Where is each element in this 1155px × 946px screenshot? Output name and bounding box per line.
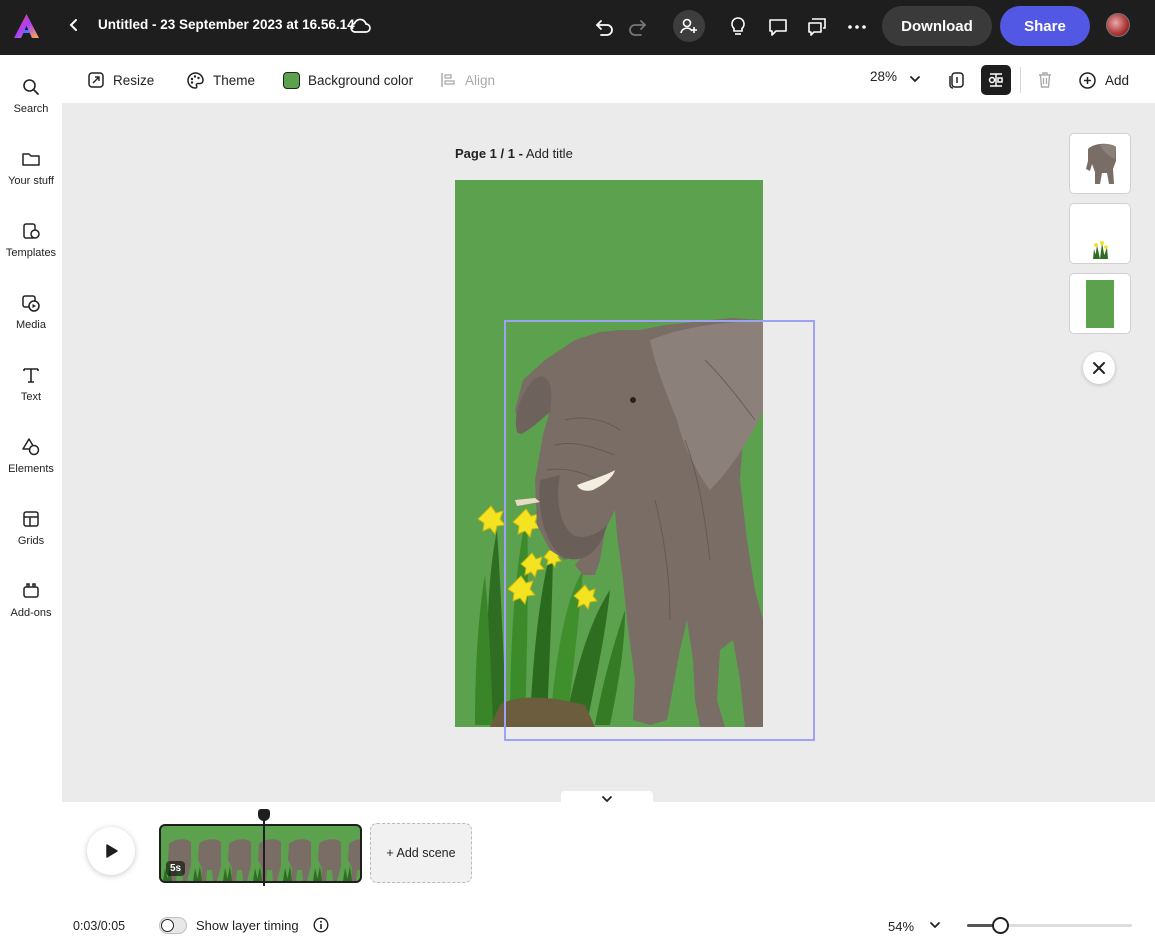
layer-thumbnail-elephant[interactable] xyxy=(1069,133,1131,194)
chevron-down-icon[interactable] xyxy=(928,918,942,937)
scene-frame-elephant xyxy=(198,839,221,881)
playback-time: 0:03/0:05 xyxy=(73,919,126,933)
page-title[interactable]: Page 1 / 1 - Add title xyxy=(455,146,573,161)
plus-circle-icon xyxy=(1079,71,1096,89)
grids-icon xyxy=(23,511,39,527)
scene-frame-daffodils xyxy=(343,866,352,881)
search-icon xyxy=(23,79,39,95)
selection-box[interactable] xyxy=(504,320,815,741)
chevron-down-icon xyxy=(602,796,612,803)
rail-item-label: Text xyxy=(20,391,42,403)
timeline-zoom-slider-handle[interactable] xyxy=(991,917,1009,934)
theme-button[interactable]: Theme xyxy=(186,69,255,91)
canvas-zoom-value[interactable]: 28% xyxy=(870,69,897,84)
media-icon xyxy=(22,295,40,312)
rail-item-text[interactable]: Text xyxy=(0,365,62,425)
scene-frame-elephant xyxy=(288,839,311,881)
play-icon xyxy=(106,844,118,858)
toolbar-divider xyxy=(1020,67,1021,93)
playhead[interactable] xyxy=(263,816,265,886)
scene-frame-elephant xyxy=(228,839,251,881)
close-layers-button[interactable] xyxy=(1083,352,1115,384)
elements-icon xyxy=(22,438,40,456)
add-scene-button[interactable]: + Add scene xyxy=(370,823,472,883)
chevron-down-icon[interactable] xyxy=(908,68,930,90)
download-button[interactable]: Download xyxy=(882,6,992,46)
undo-icon[interactable] xyxy=(590,13,618,41)
timeline-zoom-value[interactable]: 54% xyxy=(888,919,914,934)
invite-user-icon[interactable] xyxy=(673,10,705,42)
theme-label: Theme xyxy=(213,72,256,88)
scene-clip[interactable]: 5s xyxy=(159,824,362,883)
palette-icon xyxy=(187,71,204,89)
top-bar: Untitled - 23 September 2023 at 16.56.14… xyxy=(0,0,1155,55)
share-button[interactable]: Share xyxy=(1000,6,1090,46)
rail-item-label: Media xyxy=(16,319,46,331)
resize-label: Resize xyxy=(113,72,155,88)
add-button[interactable]: Add xyxy=(1078,69,1129,91)
rail-item-search[interactable]: Search xyxy=(0,77,62,137)
redo-icon[interactable] xyxy=(624,13,652,41)
folder-icon xyxy=(22,153,40,166)
close-icon xyxy=(1093,362,1105,374)
scene-duration: 5s xyxy=(166,861,186,876)
rail-item-label: Templates xyxy=(5,247,57,259)
layers-icon[interactable] xyxy=(981,65,1011,95)
resize-icon xyxy=(88,72,104,88)
rail-item-media[interactable]: Media xyxy=(0,293,62,353)
rail-item-label: Elements xyxy=(8,463,54,475)
show-layer-timing-label: Show layer timing xyxy=(196,918,299,933)
background-color-swatch xyxy=(283,71,300,89)
avatar[interactable] xyxy=(1106,13,1130,37)
scene-frame-daffodils xyxy=(223,866,232,881)
cloud-sync-icon[interactable] xyxy=(348,14,372,38)
left-rail: Search Your stuff Templates Media Text E… xyxy=(0,55,62,946)
background-color-label: Background color xyxy=(308,72,414,88)
delete-icon[interactable] xyxy=(1030,65,1060,95)
resize-button[interactable]: Resize xyxy=(87,69,154,91)
comment-icon[interactable] xyxy=(764,13,792,41)
collapse-timeline-button[interactable] xyxy=(561,791,653,805)
rail-item-label: Search xyxy=(13,103,49,115)
rail-item-templates[interactable]: Templates xyxy=(0,221,62,281)
align-left-icon xyxy=(441,73,455,87)
rail-item-label: Your stuff xyxy=(8,175,54,187)
more-options-icon[interactable] xyxy=(843,13,871,41)
addons-icon xyxy=(23,583,39,598)
canvas-toolbar: Resize Theme Background color Align 28% … xyxy=(62,55,1155,103)
scene-frame-daffodils xyxy=(313,866,322,881)
info-icon[interactable] xyxy=(313,917,329,933)
rail-item-label: Add-ons xyxy=(10,607,52,619)
layer-thumbnail-daffodils[interactable] xyxy=(1069,203,1131,264)
layer-thumbnail-background[interactable] xyxy=(1069,273,1131,334)
adobe-express-logo-icon[interactable] xyxy=(13,13,40,40)
rail-item-grids[interactable]: Grids xyxy=(0,509,62,569)
text-icon xyxy=(23,368,39,383)
add-label: Add xyxy=(1105,72,1130,88)
rail-item-elements[interactable]: Elements xyxy=(0,437,62,497)
scene-frame-elephant xyxy=(318,839,341,881)
rail-item-label: Grids xyxy=(17,535,45,547)
rail-item-your-stuff[interactable]: Your stuff xyxy=(0,149,62,209)
back-icon[interactable] xyxy=(64,15,84,37)
add-title-placeholder[interactable]: Add title xyxy=(526,146,573,161)
scene-frame-daffodils xyxy=(193,866,202,881)
page-number: Page 1 / 1 - xyxy=(455,146,523,161)
scene-frame-daffodils xyxy=(283,866,292,881)
play-button[interactable] xyxy=(87,827,135,875)
document-title[interactable]: Untitled - 23 September 2023 at 16.56.14 xyxy=(98,17,355,32)
playhead-handle[interactable] xyxy=(258,809,270,821)
align-button[interactable]: Align xyxy=(439,69,495,91)
align-label: Align xyxy=(465,72,496,88)
scene-frame-elephant xyxy=(258,839,281,881)
templates-icon xyxy=(23,223,40,239)
lightbulb-icon[interactable] xyxy=(724,13,752,41)
scene-frame-daffodils xyxy=(253,866,262,881)
pages-icon[interactable] xyxy=(941,65,971,95)
comments-panel-icon[interactable] xyxy=(803,13,831,41)
background-color-button[interactable]: Background color xyxy=(283,69,413,91)
show-layer-timing-toggle[interactable] xyxy=(159,917,187,934)
rail-item-addons[interactable]: Add-ons xyxy=(0,581,62,641)
